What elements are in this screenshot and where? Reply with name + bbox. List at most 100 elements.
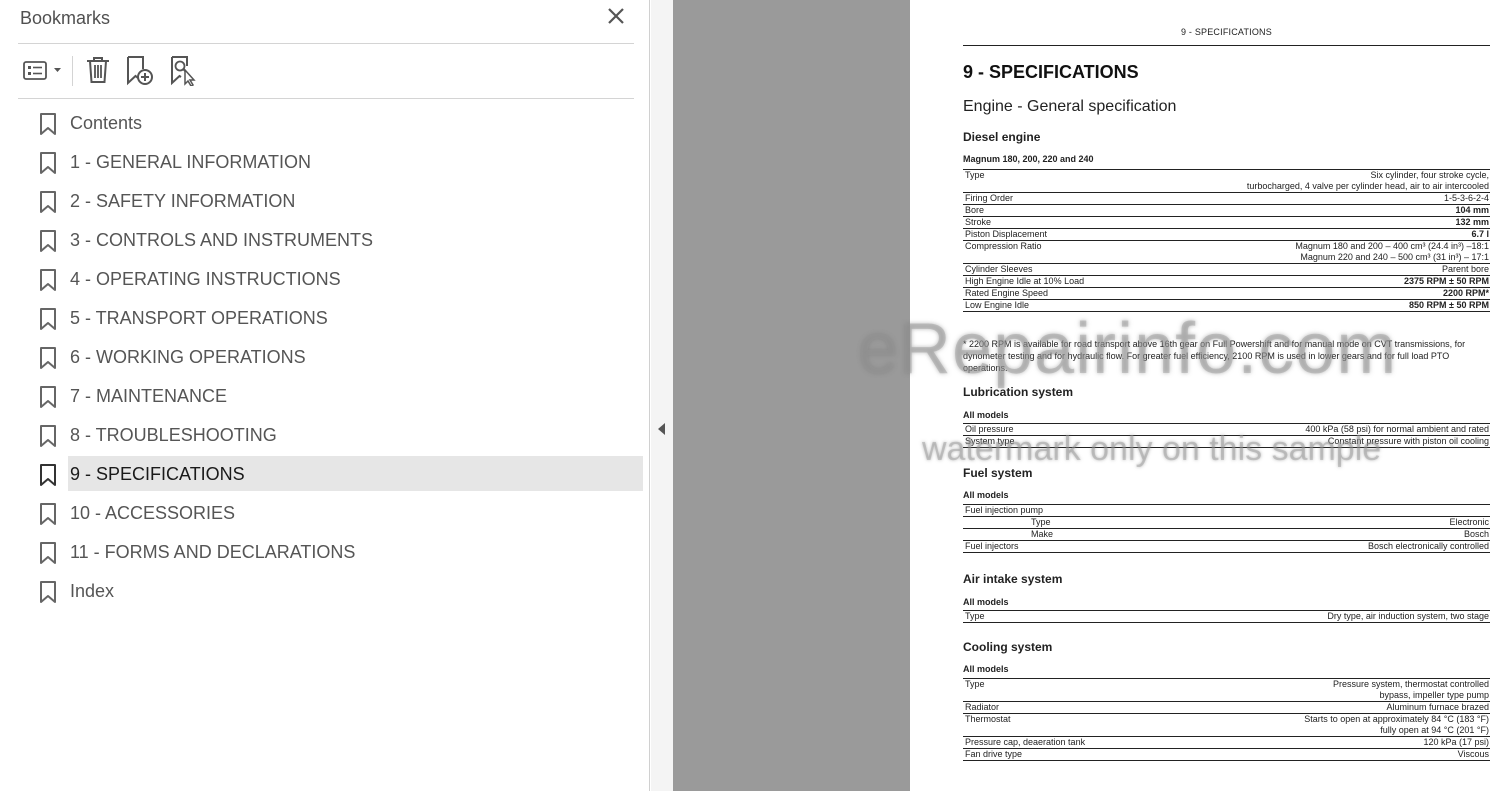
spec-row: Thermostat Starts to open at approximatel… [963, 713, 1490, 725]
bookmark-item[interactable]: 4 - OPERATING INSTRUCTIONS [30, 260, 644, 299]
bookmark-list: Contents 1 - GENERAL INFORMATION 2 - SAFET… [30, 104, 644, 611]
document-canvas-background [673, 0, 910, 791]
spec-label: Type [963, 610, 1027, 623]
bookmark-item[interactable]: 2 - SAFETY INFORMATION [30, 182, 644, 221]
spec-value: 120 kPa (17 psi) [1171, 736, 1490, 749]
spec-label: Compression Ratio [963, 240, 1139, 252]
bookmark-icon [40, 268, 56, 291]
spec-label: Radiator [963, 701, 1172, 714]
air-intake-heading: Air intake system [963, 572, 1063, 586]
spec-value: 132 mm [1138, 216, 1490, 229]
air-intake-spec-table: Type Dry type, air induction system, two … [963, 610, 1490, 623]
pdf-viewer: Bookmarks Contents 1 - GENERAL INFORMATI… [0, 0, 1505, 791]
spec-row: Firing Order 1-5-3-6-2-4 [963, 192, 1490, 205]
bookmark-icon [40, 190, 56, 213]
spec-label: Pressure cap, deaeration tank [963, 736, 1172, 749]
diesel-spec-table: Type Six cylinder, four stroke cycle, turb… [963, 169, 1490, 312]
spec-label: Thermostat [963, 713, 1172, 725]
spec-label: High Engine Idle at 10% Load [963, 275, 1139, 288]
delete-bookmark-button[interactable] [82, 52, 114, 88]
spec-value: Parent bore [1138, 263, 1490, 276]
spec-row: Type Electronic [963, 516, 1490, 529]
panel-splitter[interactable] [651, 0, 673, 791]
bookmarks-panel: Bookmarks Contents 1 - GENERAL INFORMATI… [0, 0, 650, 791]
spec-value: fully open at 94 °C (201 °F) [1380, 725, 1489, 735]
spec-value: 2200 RPM* [1138, 287, 1490, 300]
bookmark-item[interactable]: 7 - MAINTENANCE [30, 377, 644, 416]
close-panel-button[interactable] [604, 4, 628, 28]
watermark-domain: eRepairinfo.com [858, 309, 1398, 389]
spec-label: Type [963, 516, 1186, 529]
cooling-heading: Cooling system [963, 640, 1053, 654]
spec-label: Cylinder Sleeves [963, 263, 1139, 276]
spec-label: Make [963, 528, 1186, 541]
find-current-bookmark-button[interactable] [166, 52, 200, 88]
spec-label [963, 690, 1172, 702]
header-rule [963, 45, 1490, 46]
spec-value: Magnum 180 and 200 – 400 cm³ (24.4 in³) … [1138, 240, 1490, 252]
spec-label: Fuel injection pump [963, 504, 1186, 517]
bookmark-label: 2 - SAFETY INFORMATION [70, 191, 296, 211]
collapse-panel-button[interactable] [656, 421, 668, 437]
spec-label: Fan drive type [963, 748, 1172, 761]
bookmark-options-button[interactable] [18, 52, 64, 88]
section-title: Engine - General specification [963, 98, 1177, 115]
fuel-spec-table: Fuel injection pump Type Electronic Make Bos… [963, 504, 1490, 553]
spec-row: Compression Ratio Magnum 180 and 200 – 40… [963, 240, 1490, 252]
trash-icon [87, 57, 109, 83]
bookmark-label: 10 - ACCESSORIES [70, 503, 236, 523]
spec-row: Fuel injection pump [963, 504, 1490, 517]
bookmark-label: 5 - TRANSPORT OPERATIONS [70, 308, 328, 328]
spec-label [963, 181, 1138, 193]
spec-row: Type Dry type, air induction system, two … [963, 610, 1490, 623]
spec-row: fully open at 94 °C (201 °F) [963, 725, 1490, 737]
spec-value: Starts to open at approximately 84 °C (1… [1171, 713, 1490, 725]
spec-row: Rated Engine Speed 2200 RPM* [963, 287, 1490, 300]
bookmark-item[interactable]: 3 - CONTROLS AND INSTRUMENTS [30, 221, 644, 260]
spec-row: bypass, impeller type pump [963, 690, 1490, 702]
bookmark-label: 1 - GENERAL INFORMATION [70, 152, 312, 172]
bookmark-label: 8 - TROUBLESHOOTING [70, 425, 277, 445]
bookmark-item[interactable]: 9 - SPECIFICATIONS [30, 455, 644, 494]
spec-row: Type Six cylinder, four stroke cycle, [963, 169, 1490, 181]
spec-row: turbocharged, 4 valve per cylinder head,… [963, 181, 1490, 193]
bookmark-item[interactable]: 8 - TROUBLESHOOTING [30, 416, 644, 455]
chapter-title: 9 - SPECIFICATIONS [963, 62, 1139, 82]
spec-row: Bore 104 mm [963, 204, 1490, 217]
bookmark-item[interactable]: 1 - GENERAL INFORMATION [30, 143, 644, 182]
spec-label: Stroke [963, 216, 1139, 229]
bookmark-item[interactable]: 6 - WORKING OPERATIONS [30, 338, 644, 377]
bookmark-label: 7 - MAINTENANCE [70, 386, 228, 406]
bookmark-label: 6 - WORKING OPERATIONS [70, 347, 306, 367]
fuel-subheading: All models [963, 490, 1009, 500]
bookmark-icon [40, 502, 56, 525]
bookmark-item[interactable]: Contents [30, 104, 644, 143]
cooling-subheading: All models [963, 664, 1009, 674]
spec-label: Type [963, 169, 1139, 181]
triangle-left-icon [658, 423, 665, 435]
bookmark-item[interactable]: 11 - FORMS AND DECLARATIONS [30, 533, 644, 572]
bookmark-icon [40, 346, 56, 369]
new-bookmark-button[interactable] [122, 52, 156, 88]
panel-title: Bookmarks [20, 8, 111, 28]
spec-value: Magnum 220 and 240 – 500 cm³ (31 in³) – … [1300, 252, 1489, 262]
find-current-bookmark-icon [171, 56, 196, 86]
spec-row: Magnum 220 and 240 – 500 cm³ (31 in³) – … [963, 252, 1490, 264]
bookmark-item[interactable]: Index [30, 572, 644, 611]
spec-label: Firing Order [963, 192, 1139, 205]
spec-value: Electronic [1186, 516, 1490, 529]
bookmark-icon [40, 229, 56, 252]
spec-value [1186, 504, 1490, 517]
spec-value: turbocharged, 4 valve per cylinder head,… [1246, 181, 1489, 191]
bookmark-label: Index [70, 581, 115, 601]
bookmark-icon [40, 580, 56, 603]
bookmark-item[interactable]: 5 - TRANSPORT OPERATIONS [30, 299, 644, 338]
spec-label: Bore [963, 204, 1139, 217]
diesel-subheading: Magnum 180, 200, 220 and 240 [963, 154, 1094, 164]
spec-value: Bosch [1186, 528, 1490, 541]
divider [18, 43, 634, 44]
diesel-heading: Diesel engine [963, 130, 1041, 144]
spec-label [963, 252, 1138, 264]
bookmark-item[interactable]: 10 - ACCESSORIES [30, 494, 644, 533]
spec-row: Cylinder Sleeves Parent bore [963, 263, 1490, 276]
